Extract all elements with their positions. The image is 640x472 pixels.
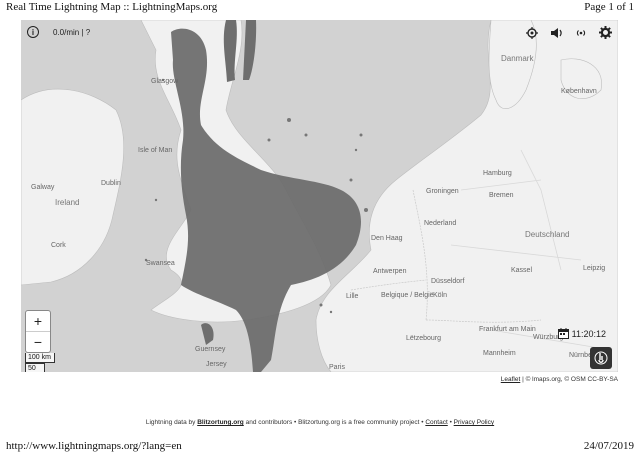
label-guernsey: Guernsey	[195, 346, 226, 353]
label-kassel: Kassel	[511, 267, 533, 274]
contact-link[interactable]: Contact	[425, 419, 447, 426]
label-swansea: Swansea	[146, 260, 175, 267]
zoom-in-button[interactable]: +	[26, 311, 50, 332]
print-footer: http://www.lightningmaps.org/?lang=en 24…	[0, 438, 640, 454]
label-cork: Cork	[51, 242, 66, 249]
print-date: 24/07/2019	[583, 440, 634, 452]
map-toolbar	[526, 26, 612, 39]
blitzortung-link[interactable]: Blitzortung.org	[197, 419, 244, 426]
label-groningen: Groningen	[426, 188, 459, 195]
zoom-out-button[interactable]: −	[26, 332, 50, 352]
map-base	[21, 20, 618, 372]
print-title: Real Time Lightning Map :: LightningMaps…	[6, 1, 218, 13]
label-antwerpen: Antwerpen	[373, 268, 407, 275]
label-galway: Galway	[31, 184, 55, 191]
lightning-map[interactable]: Danmark København Ireland Glasgow Isle o…	[21, 20, 618, 372]
hand-icon	[594, 351, 608, 365]
leaflet-link[interactable]: Leaflet	[501, 376, 521, 383]
time-value: 11:20:12	[571, 328, 606, 339]
info-icon[interactable]: i	[27, 26, 39, 38]
label-frankfurt: Frankfurt am Main	[479, 326, 536, 333]
label-luxembourg: Lëtzebourg	[406, 335, 442, 342]
label-kobenhavn: København	[561, 88, 597, 95]
label-hamburg: Hamburg	[483, 170, 512, 177]
label-jersey: Jersey	[206, 361, 227, 368]
gear-icon[interactable]	[599, 26, 612, 39]
scale-km: 100 km	[25, 353, 55, 363]
attribution-text: | © lmaps.org, © OSM CC-BY-SA	[520, 376, 618, 383]
label-belgique: Belgique / België	[381, 292, 434, 299]
print-url: http://www.lightningmaps.org/?lang=en	[6, 440, 182, 452]
signal-icon[interactable]	[575, 27, 587, 39]
crosshair-icon[interactable]	[526, 26, 538, 39]
hand-button[interactable]	[590, 347, 612, 369]
label-leipzig: Leipzig	[583, 265, 606, 272]
time-display[interactable]: 11:20:12	[557, 328, 606, 339]
label-koln: Köln	[433, 292, 448, 299]
label-bremen: Bremen	[489, 192, 514, 199]
map-attribution: Leaflet | © lmaps.org, © OSM CC-BY-SA	[501, 376, 618, 383]
label-dusseldorf: Düsseldorf	[431, 278, 465, 285]
label-mannheim: Mannheim	[483, 350, 516, 357]
privacy-policy-link[interactable]: Privacy Policy	[454, 419, 494, 426]
scale-mi: 50 mi	[25, 363, 45, 372]
strike-rate: 0.0/min | ?	[53, 27, 91, 37]
label-dublin: Dublin	[101, 180, 121, 187]
label-paris: Paris	[329, 364, 345, 371]
zoom-control: + −	[25, 310, 51, 353]
credit-middle: and contributors • Blitzortung.org is a …	[243, 419, 426, 426]
label-ireland: Ireland	[55, 198, 80, 207]
label-danmark: Danmark	[501, 54, 534, 63]
label-glasgow: Glasgow	[151, 78, 179, 85]
label-lille: Lille	[346, 293, 359, 300]
credit-prefix: Lightning data by	[145, 419, 198, 426]
print-page-number: Page 1 of 1	[584, 1, 634, 13]
label-den-haag: Den Haag	[371, 235, 403, 242]
data-credit: Lightning data by Blitzortung.org and co…	[0, 419, 640, 426]
label-nederland: Nederland	[424, 220, 457, 227]
calendar-icon	[557, 328, 569, 339]
stats-control: i 0.0/min | ?	[27, 26, 90, 38]
scale-bar: 100 km 50 mi	[25, 353, 55, 372]
label-isle-of-man: Isle of Man	[138, 147, 173, 154]
speaker-icon[interactable]	[550, 27, 563, 39]
label-deutschland: Deutschland	[525, 230, 570, 239]
print-header: Real Time Lightning Map :: LightningMaps…	[0, 0, 640, 16]
